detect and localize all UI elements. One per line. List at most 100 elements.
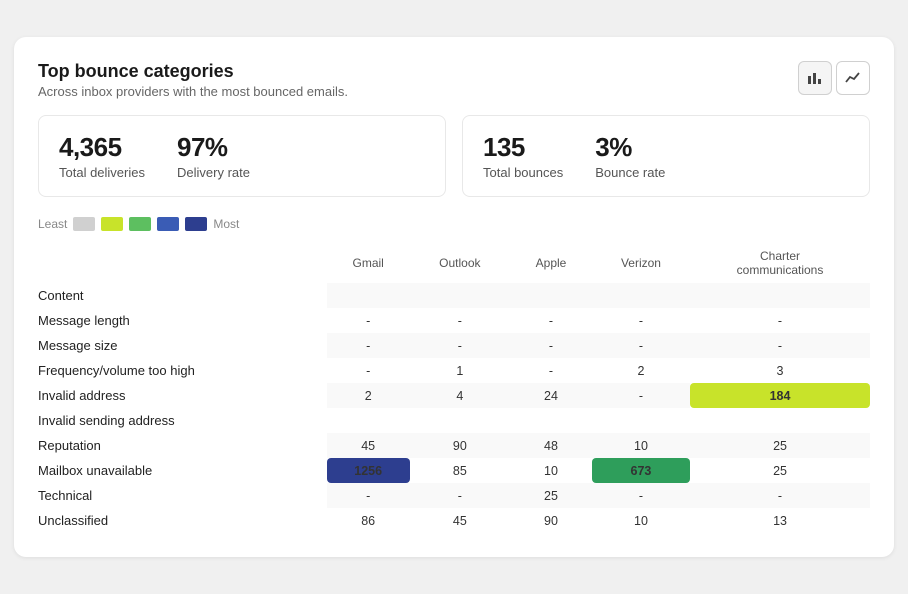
total-bounces-value: 135 bbox=[483, 132, 563, 163]
cell-gmail: - bbox=[327, 358, 410, 383]
cell-apple: 48 bbox=[510, 433, 592, 458]
cell-charter: 25 bbox=[690, 433, 870, 458]
cell-verizon: 673 bbox=[592, 458, 690, 483]
legend-swatch-1 bbox=[73, 217, 95, 231]
cell-verizon: - bbox=[592, 483, 690, 508]
cell-verizon: 10 bbox=[592, 433, 690, 458]
bar-chart-button[interactable] bbox=[798, 61, 832, 95]
bounce-categories-table: Gmail Outlook Apple Verizon Charter comm… bbox=[38, 243, 870, 533]
table-row: Message size----- bbox=[38, 333, 870, 358]
cell-charter: - bbox=[690, 483, 870, 508]
line-chart-icon bbox=[845, 70, 861, 86]
table-row: Content bbox=[38, 283, 870, 308]
col-header-gmail: Gmail bbox=[327, 243, 410, 283]
delivery-rate: 97% Delivery rate bbox=[177, 132, 250, 180]
cell-category: Message length bbox=[38, 308, 327, 333]
line-chart-button[interactable] bbox=[836, 61, 870, 95]
legend-least-label: Least bbox=[38, 217, 67, 231]
cell-verizon: - bbox=[592, 333, 690, 358]
cell-category: Message size bbox=[38, 333, 327, 358]
cell-gmail: - bbox=[327, 483, 410, 508]
bar-chart-icon bbox=[807, 70, 823, 86]
cell-gmail: 86 bbox=[327, 508, 410, 533]
cell-charter: 13 bbox=[690, 508, 870, 533]
col-header-category bbox=[38, 243, 327, 283]
cell-gmail bbox=[327, 408, 410, 433]
cell-verizon bbox=[592, 283, 690, 308]
total-bounces-label: Total bounces bbox=[483, 165, 563, 180]
bounce-stats-box: 135 Total bounces 3% Bounce rate bbox=[462, 115, 870, 197]
col-header-verizon: Verizon bbox=[592, 243, 690, 283]
col-header-charter: Charter communications bbox=[690, 243, 870, 283]
cell-category: Technical bbox=[38, 483, 327, 508]
cell-gmail: - bbox=[327, 308, 410, 333]
table-row: Reputation4590481025 bbox=[38, 433, 870, 458]
total-bounces: 135 Total bounces bbox=[483, 132, 563, 180]
cell-outlook: 90 bbox=[410, 433, 510, 458]
card-subtitle: Across inbox providers with the most bou… bbox=[38, 84, 348, 99]
cell-apple: - bbox=[510, 308, 592, 333]
delivery-stats-box: 4,365 Total deliveries 97% Delivery rate bbox=[38, 115, 446, 197]
cell-category: Unclassified bbox=[38, 508, 327, 533]
table-row: Mailbox unavailable1256851067325 bbox=[38, 458, 870, 483]
cell-charter: 25 bbox=[690, 458, 870, 483]
legend-swatch-2 bbox=[101, 217, 123, 231]
cell-apple: 90 bbox=[510, 508, 592, 533]
cell-apple: 24 bbox=[510, 383, 592, 408]
bounce-rate-label: Bounce rate bbox=[595, 165, 665, 180]
total-deliveries-label: Total deliveries bbox=[59, 165, 145, 180]
cell-apple: - bbox=[510, 358, 592, 383]
table-row: Technical--25-- bbox=[38, 483, 870, 508]
total-deliveries-value: 4,365 bbox=[59, 132, 145, 163]
cell-outlook: 1 bbox=[410, 358, 510, 383]
legend-swatch-4 bbox=[157, 217, 179, 231]
main-card: Top bounce categories Across inbox provi… bbox=[14, 37, 894, 557]
cell-category: Invalid address bbox=[38, 383, 327, 408]
cell-category: Reputation bbox=[38, 433, 327, 458]
total-deliveries: 4,365 Total deliveries bbox=[59, 132, 145, 180]
card-title: Top bounce categories bbox=[38, 61, 348, 82]
cell-outlook: 45 bbox=[410, 508, 510, 533]
table-row: Unclassified8645901013 bbox=[38, 508, 870, 533]
header-text: Top bounce categories Across inbox provi… bbox=[38, 61, 348, 99]
cell-outlook bbox=[410, 283, 510, 308]
cell-gmail: 2 bbox=[327, 383, 410, 408]
cell-charter: 3 bbox=[690, 358, 870, 383]
legend-swatch-5 bbox=[185, 217, 207, 231]
cell-outlook: 4 bbox=[410, 383, 510, 408]
card-header: Top bounce categories Across inbox provi… bbox=[38, 61, 870, 99]
chart-type-buttons bbox=[798, 61, 870, 95]
cell-verizon: - bbox=[592, 308, 690, 333]
cell-verizon: 10 bbox=[592, 508, 690, 533]
cell-charter: 184 bbox=[690, 383, 870, 408]
cell-outlook: - bbox=[410, 483, 510, 508]
cell-apple bbox=[510, 283, 592, 308]
table-row: Frequency/volume too high-1-23 bbox=[38, 358, 870, 383]
cell-gmail: 45 bbox=[327, 433, 410, 458]
cell-charter bbox=[690, 283, 870, 308]
bounce-rate: 3% Bounce rate bbox=[595, 132, 665, 180]
cell-category: Invalid sending address bbox=[38, 408, 327, 433]
cell-category: Mailbox unavailable bbox=[38, 458, 327, 483]
cell-category: Frequency/volume too high bbox=[38, 358, 327, 383]
cell-charter bbox=[690, 408, 870, 433]
cell-outlook bbox=[410, 408, 510, 433]
cell-gmail: - bbox=[327, 333, 410, 358]
stats-row: 4,365 Total deliveries 97% Delivery rate… bbox=[38, 115, 870, 197]
heat-legend: Least Most bbox=[38, 217, 870, 231]
cell-charter: - bbox=[690, 308, 870, 333]
cell-verizon: - bbox=[592, 383, 690, 408]
bounce-rate-value: 3% bbox=[595, 132, 665, 163]
table-row: Invalid address2424-184 bbox=[38, 383, 870, 408]
delivery-rate-label: Delivery rate bbox=[177, 165, 250, 180]
cell-apple bbox=[510, 408, 592, 433]
col-header-outlook: Outlook bbox=[410, 243, 510, 283]
table-row: Message length----- bbox=[38, 308, 870, 333]
cell-verizon: 2 bbox=[592, 358, 690, 383]
cell-outlook: - bbox=[410, 308, 510, 333]
cell-outlook: 85 bbox=[410, 458, 510, 483]
cell-gmail bbox=[327, 283, 410, 308]
legend-most-label: Most bbox=[213, 217, 239, 231]
cell-outlook: - bbox=[410, 333, 510, 358]
cell-apple: 25 bbox=[510, 483, 592, 508]
